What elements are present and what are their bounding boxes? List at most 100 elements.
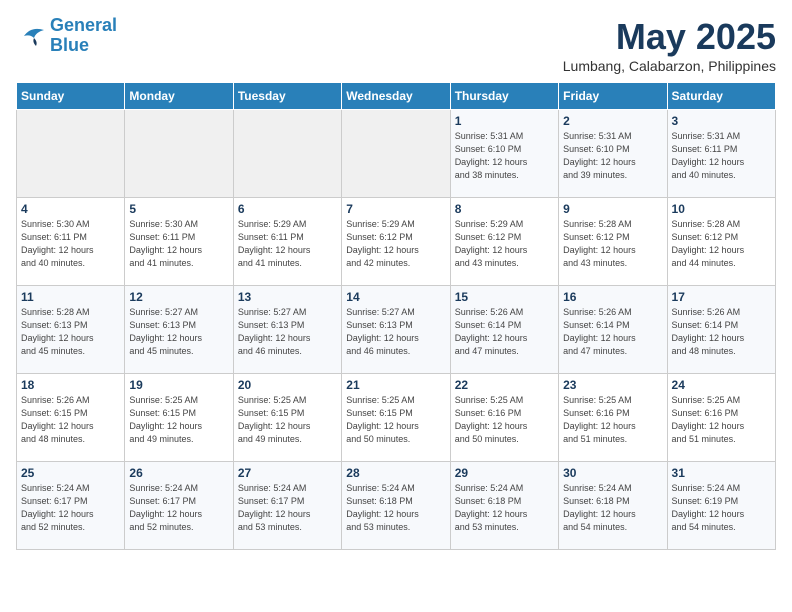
day-number: 18 [21,378,120,392]
calendar-week-2: 4 Sunrise: 5:30 AM Sunset: 6:11 PM Daylig… [17,198,776,286]
day-info: Sunrise: 5:26 AM Sunset: 6:14 PM Dayligh… [672,306,771,358]
day-info: Sunrise: 5:27 AM Sunset: 6:13 PM Dayligh… [346,306,445,358]
day-info: Sunrise: 5:24 AM Sunset: 6:18 PM Dayligh… [455,482,554,534]
calendar-cell: 7 Sunrise: 5:29 AM Sunset: 6:12 PM Daylig… [342,198,450,286]
day-info: Sunrise: 5:28 AM Sunset: 6:13 PM Dayligh… [21,306,120,358]
day-number: 30 [563,466,662,480]
day-info: Sunrise: 5:26 AM Sunset: 6:14 PM Dayligh… [455,306,554,358]
calendar-cell: 18 Sunrise: 5:26 AM Sunset: 6:15 PM Dayli… [17,374,125,462]
day-number: 9 [563,202,662,216]
calendar-cell: 29 Sunrise: 5:24 AM Sunset: 6:18 PM Dayli… [450,462,558,550]
day-number: 12 [129,290,228,304]
day-number: 11 [21,290,120,304]
calendar-week-3: 11 Sunrise: 5:28 AM Sunset: 6:13 PM Dayli… [17,286,776,374]
day-info: Sunrise: 5:24 AM Sunset: 6:18 PM Dayligh… [563,482,662,534]
calendar-header-row: SundayMondayTuesdayWednesdayThursdayFrid… [17,83,776,110]
day-info: Sunrise: 5:27 AM Sunset: 6:13 PM Dayligh… [129,306,228,358]
day-header-wednesday: Wednesday [342,83,450,110]
calendar-cell [233,110,341,198]
day-number: 5 [129,202,228,216]
calendar-cell: 31 Sunrise: 5:24 AM Sunset: 6:19 PM Dayli… [667,462,775,550]
calendar-body: 1 Sunrise: 5:31 AM Sunset: 6:10 PM Daylig… [17,110,776,550]
page-header: General Blue May 2025 Lumbang, Calabarzo… [16,16,776,74]
day-header-sunday: Sunday [17,83,125,110]
day-header-saturday: Saturday [667,83,775,110]
calendar-subtitle: Lumbang, Calabarzon, Philippines [563,58,776,74]
calendar-cell: 5 Sunrise: 5:30 AM Sunset: 6:11 PM Daylig… [125,198,233,286]
calendar-cell: 6 Sunrise: 5:29 AM Sunset: 6:11 PM Daylig… [233,198,341,286]
calendar-cell [342,110,450,198]
day-number: 3 [672,114,771,128]
day-number: 1 [455,114,554,128]
calendar-cell [17,110,125,198]
day-info: Sunrise: 5:31 AM Sunset: 6:10 PM Dayligh… [563,130,662,182]
day-number: 22 [455,378,554,392]
calendar-cell: 3 Sunrise: 5:31 AM Sunset: 6:11 PM Daylig… [667,110,775,198]
day-info: Sunrise: 5:28 AM Sunset: 6:12 PM Dayligh… [672,218,771,270]
day-info: Sunrise: 5:24 AM Sunset: 6:18 PM Dayligh… [346,482,445,534]
day-info: Sunrise: 5:25 AM Sunset: 6:15 PM Dayligh… [129,394,228,446]
calendar-cell: 28 Sunrise: 5:24 AM Sunset: 6:18 PM Dayli… [342,462,450,550]
day-number: 17 [672,290,771,304]
day-info: Sunrise: 5:24 AM Sunset: 6:19 PM Dayligh… [672,482,771,534]
day-number: 4 [21,202,120,216]
day-header-thursday: Thursday [450,83,558,110]
calendar-cell: 30 Sunrise: 5:24 AM Sunset: 6:18 PM Dayli… [559,462,667,550]
day-number: 31 [672,466,771,480]
calendar-cell: 10Sunrise: 5:28 AM Sunset: 6:12 PM Dayli… [667,198,775,286]
day-number: 25 [21,466,120,480]
calendar-cell: 8 Sunrise: 5:29 AM Sunset: 6:12 PM Daylig… [450,198,558,286]
logo-icon [16,24,46,48]
day-number: 13 [238,290,337,304]
calendar-title: May 2025 [563,16,776,58]
calendar-cell: 22 Sunrise: 5:25 AM Sunset: 6:16 PM Dayli… [450,374,558,462]
calendar-cell: 15 Sunrise: 5:26 AM Sunset: 6:14 PM Dayli… [450,286,558,374]
day-number: 15 [455,290,554,304]
calendar-cell: 24Sunrise: 5:25 AM Sunset: 6:16 PM Dayli… [667,374,775,462]
day-number: 28 [346,466,445,480]
day-info: Sunrise: 5:31 AM Sunset: 6:10 PM Dayligh… [455,130,554,182]
day-info: Sunrise: 5:25 AM Sunset: 6:16 PM Dayligh… [563,394,662,446]
calendar-cell: 27 Sunrise: 5:24 AM Sunset: 6:17 PM Dayli… [233,462,341,550]
calendar-cell: 23Sunrise: 5:25 AM Sunset: 6:16 PM Dayli… [559,374,667,462]
day-number: 26 [129,466,228,480]
day-number: 20 [238,378,337,392]
day-info: Sunrise: 5:30 AM Sunset: 6:11 PM Dayligh… [129,218,228,270]
day-info: Sunrise: 5:25 AM Sunset: 6:16 PM Dayligh… [672,394,771,446]
day-info: Sunrise: 5:29 AM Sunset: 6:11 PM Dayligh… [238,218,337,270]
day-info: Sunrise: 5:26 AM Sunset: 6:15 PM Dayligh… [21,394,120,446]
day-number: 14 [346,290,445,304]
day-number: 2 [563,114,662,128]
calendar-week-5: 25 Sunrise: 5:24 AM Sunset: 6:17 PM Dayli… [17,462,776,550]
calendar-cell: 11 Sunrise: 5:28 AM Sunset: 6:13 PM Dayli… [17,286,125,374]
logo-text-line2: Blue [50,36,117,56]
day-info: Sunrise: 5:28 AM Sunset: 6:12 PM Dayligh… [563,218,662,270]
calendar-cell: 14 Sunrise: 5:27 AM Sunset: 6:13 PM Dayli… [342,286,450,374]
day-info: Sunrise: 5:24 AM Sunset: 6:17 PM Dayligh… [21,482,120,534]
calendar-cell: 26Sunrise: 5:24 AM Sunset: 6:17 PM Dayli… [125,462,233,550]
calendar-cell: 20 Sunrise: 5:25 AM Sunset: 6:15 PM Dayli… [233,374,341,462]
calendar-cell: 21Sunrise: 5:25 AM Sunset: 6:15 PM Dayli… [342,374,450,462]
day-number: 7 [346,202,445,216]
day-number: 6 [238,202,337,216]
day-info: Sunrise: 5:25 AM Sunset: 6:16 PM Dayligh… [455,394,554,446]
day-info: Sunrise: 5:29 AM Sunset: 6:12 PM Dayligh… [455,218,554,270]
day-number: 8 [455,202,554,216]
day-info: Sunrise: 5:25 AM Sunset: 6:15 PM Dayligh… [238,394,337,446]
day-number: 27 [238,466,337,480]
calendar-cell: 25 Sunrise: 5:24 AM Sunset: 6:17 PM Dayli… [17,462,125,550]
day-number: 16 [563,290,662,304]
calendar-cell: 16 Sunrise: 5:26 AM Sunset: 6:14 PM Dayli… [559,286,667,374]
day-header-friday: Friday [559,83,667,110]
day-info: Sunrise: 5:27 AM Sunset: 6:13 PM Dayligh… [238,306,337,358]
calendar-cell: 12 Sunrise: 5:27 AM Sunset: 6:13 PM Dayli… [125,286,233,374]
calendar-cell: 4Sunrise: 5:30 AM Sunset: 6:11 PM Daylig… [17,198,125,286]
day-info: Sunrise: 5:29 AM Sunset: 6:12 PM Dayligh… [346,218,445,270]
day-info: Sunrise: 5:24 AM Sunset: 6:17 PM Dayligh… [238,482,337,534]
calendar-cell [125,110,233,198]
day-info: Sunrise: 5:31 AM Sunset: 6:11 PM Dayligh… [672,130,771,182]
calendar-week-4: 18 Sunrise: 5:26 AM Sunset: 6:15 PM Dayli… [17,374,776,462]
day-info: Sunrise: 5:26 AM Sunset: 6:14 PM Dayligh… [563,306,662,358]
day-number: 29 [455,466,554,480]
day-header-monday: Monday [125,83,233,110]
